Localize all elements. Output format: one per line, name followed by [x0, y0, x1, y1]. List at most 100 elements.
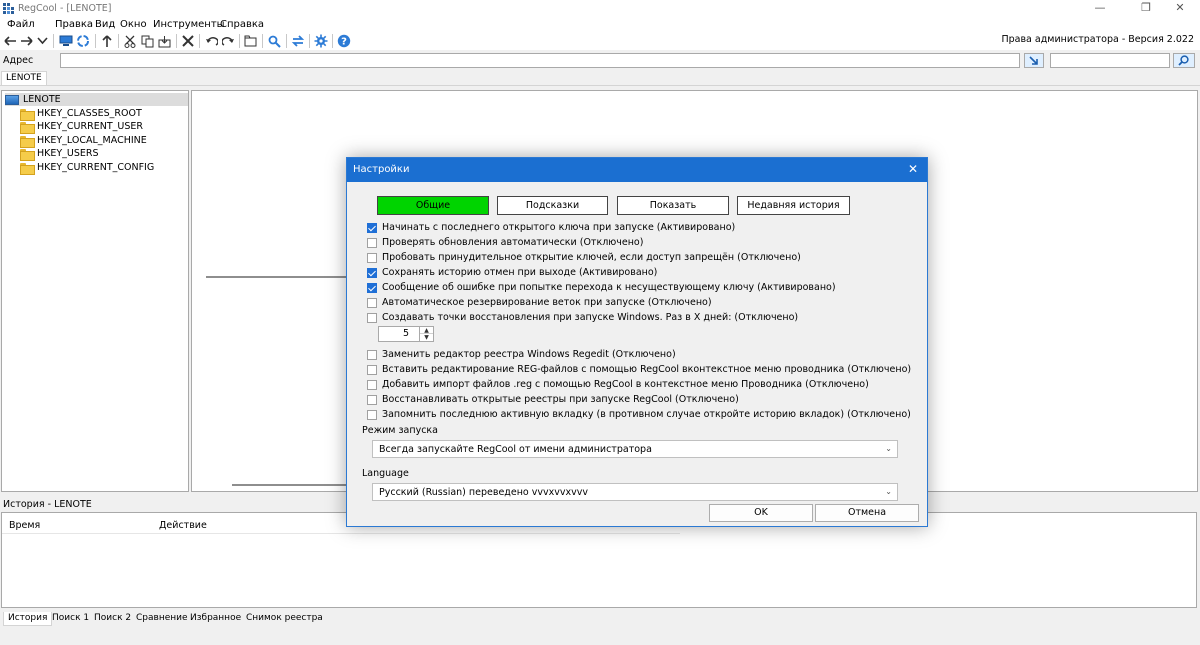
tab-hints[interactable]: Подсказки [497, 196, 608, 215]
separator [262, 34, 263, 48]
option-label: Автоматическое резервирование веток при … [382, 297, 712, 308]
splitter[interactable] [206, 276, 356, 278]
column-header-time[interactable]: Время [9, 520, 40, 531]
close-button[interactable]: ✕ [1160, 0, 1200, 18]
option-row[interactable]: Пробовать принудительное открытие ключей… [367, 251, 801, 264]
tab-registry-snapshot[interactable]: Снимок реестра [242, 612, 327, 626]
option-row[interactable]: Заменить редактор реестра Windows Regedi… [367, 348, 676, 361]
tree-item-hklm[interactable]: HKEY_LOCAL_MACHINE [20, 134, 147, 148]
bottom-tabs: История Поиск 1 Поиск 2 Сравнение Избран… [0, 610, 1200, 626]
option-row[interactable]: Вставить редактирование REG-файлов с пом… [367, 363, 911, 376]
tab-history[interactable]: История [3, 612, 53, 626]
app-logo-icon [3, 3, 14, 14]
checkbox-unchecked[interactable] [367, 297, 377, 308]
find-icon[interactable] [266, 33, 282, 49]
option-row[interactable]: Запомнить последнюю активную вкладку (в … [367, 408, 911, 421]
search-icon [1178, 55, 1189, 66]
tab-search-2[interactable]: Поиск 2 [90, 612, 135, 626]
forward-icon[interactable] [18, 33, 34, 49]
option-label: Пробовать принудительное открытие ключей… [382, 252, 801, 263]
replace-icon[interactable] [290, 33, 306, 49]
launch-mode-select[interactable]: Всегда запускайте RegCool от имени админ… [372, 440, 898, 458]
cut-icon[interactable] [122, 33, 138, 49]
splitter[interactable] [232, 484, 352, 486]
language-select[interactable]: Русский (Russian) переведено vvvxvvxvvv … [372, 483, 898, 501]
menu-edit[interactable]: Правка [55, 19, 93, 30]
checkbox-unchecked[interactable] [367, 312, 377, 323]
checkbox-unchecked[interactable] [367, 379, 377, 390]
option-row[interactable]: Автоматическое резервирование веток при … [367, 296, 712, 309]
tree-item-hkcu[interactable]: HKEY_CURRENT_USER [20, 120, 143, 134]
option-row[interactable]: Создавать точки восстановления при запус… [367, 311, 798, 324]
copy-icon[interactable] [139, 33, 155, 49]
tab-search-1[interactable]: Поиск 1 [48, 612, 93, 626]
new-key-icon[interactable] [243, 33, 259, 49]
export-icon[interactable] [156, 33, 172, 49]
tree-item-hku[interactable]: HKEY_USERS [20, 147, 99, 161]
undo-icon[interactable] [203, 33, 219, 49]
search-input[interactable] [1050, 53, 1170, 68]
refresh-icon[interactable] [75, 33, 91, 49]
option-row[interactable]: Сообщение об ошибке при попытке перехода… [367, 281, 836, 294]
separator [53, 34, 54, 48]
tab-recent-history[interactable]: Недавняя история [737, 196, 850, 215]
checkbox-unchecked[interactable] [367, 252, 377, 263]
menu-window[interactable]: Окно [120, 19, 147, 30]
cancel-button[interactable]: Отмена [815, 504, 919, 522]
help-icon[interactable]: ? [336, 33, 352, 49]
settings-icon[interactable] [313, 33, 329, 49]
checkbox-unchecked[interactable] [367, 349, 377, 360]
menu-help[interactable]: Справка [220, 19, 264, 30]
separator [239, 34, 240, 48]
menu-tools[interactable]: Инструменты [153, 19, 225, 30]
back-icon[interactable] [2, 33, 18, 49]
registry-tree[interactable]: LENOTE HKEY_CLASSES_ROOT HKEY_CURRENT_US… [1, 90, 189, 492]
address-input[interactable] [60, 53, 1020, 68]
document-tab[interactable]: LENOTE [1, 71, 47, 85]
search-button[interactable] [1173, 53, 1195, 68]
separator [309, 34, 310, 48]
ok-button[interactable]: OK [709, 504, 813, 522]
tab-favorites[interactable]: Избранное [186, 612, 245, 626]
chevron-down-icon: ⌄ [885, 487, 892, 496]
up-icon[interactable] [99, 33, 115, 49]
tree-item-hkcc[interactable]: HKEY_CURRENT_CONFIG [20, 161, 154, 175]
checkbox-unchecked[interactable] [367, 364, 377, 375]
checkbox-checked[interactable] [367, 267, 377, 278]
stepper-up-icon[interactable]: ▲ [420, 327, 433, 334]
computer-icon[interactable] [58, 33, 74, 49]
tab-general[interactable]: Общие [377, 196, 489, 215]
option-label: Проверять обновления автоматически (Откл… [382, 237, 644, 248]
checkbox-unchecked[interactable] [367, 409, 377, 420]
redo-icon[interactable] [220, 33, 236, 49]
menu-file[interactable]: Файл [7, 19, 35, 30]
checkbox-checked[interactable] [367, 282, 377, 293]
restore-days-stepper[interactable]: 5 ▲ ▼ [378, 326, 434, 342]
checkbox-unchecked[interactable] [367, 237, 377, 248]
tree-item-hkcr[interactable]: HKEY_CLASSES_ROOT [20, 107, 142, 121]
tree-item-label: HKEY_USERS [37, 148, 99, 159]
menu-bar: Файл Правка Вид Окно Инструменты Справка [0, 18, 1200, 32]
folder-icon [20, 135, 35, 148]
dialog-title: Настройки [353, 164, 410, 175]
menu-view[interactable]: Вид [95, 19, 115, 30]
option-row[interactable]: Проверять обновления автоматически (Откл… [367, 236, 643, 249]
tab-compare[interactable]: Сравнение [132, 612, 192, 626]
tree-item-label: HKEY_CURRENT_USER [37, 121, 143, 132]
option-row[interactable]: Сохранять историю отмен при выходе (Акти… [367, 266, 657, 279]
checkbox-unchecked[interactable] [367, 394, 377, 405]
option-row[interactable]: Восстанавливать открытые реестры при зап… [367, 393, 739, 406]
dialog-close-icon[interactable]: ✕ [905, 161, 921, 177]
tab-show[interactable]: Показать [617, 196, 729, 215]
minimize-button[interactable]: — [1080, 0, 1120, 18]
stepper-down-icon[interactable]: ▼ [420, 334, 433, 341]
option-row[interactable]: Добавить импорт файлов .reg с помощью Re… [367, 378, 869, 391]
separator [199, 34, 200, 48]
go-button[interactable] [1024, 53, 1044, 68]
delete-icon[interactable] [180, 33, 196, 49]
dropdown-icon[interactable] [34, 33, 50, 49]
column-header-action[interactable]: Действие [159, 520, 207, 531]
option-row[interactable]: Начинать с последнего открытого ключа пр… [367, 221, 735, 234]
checkbox-checked[interactable] [367, 222, 377, 233]
tree-root[interactable]: LENOTE [5, 93, 188, 106]
